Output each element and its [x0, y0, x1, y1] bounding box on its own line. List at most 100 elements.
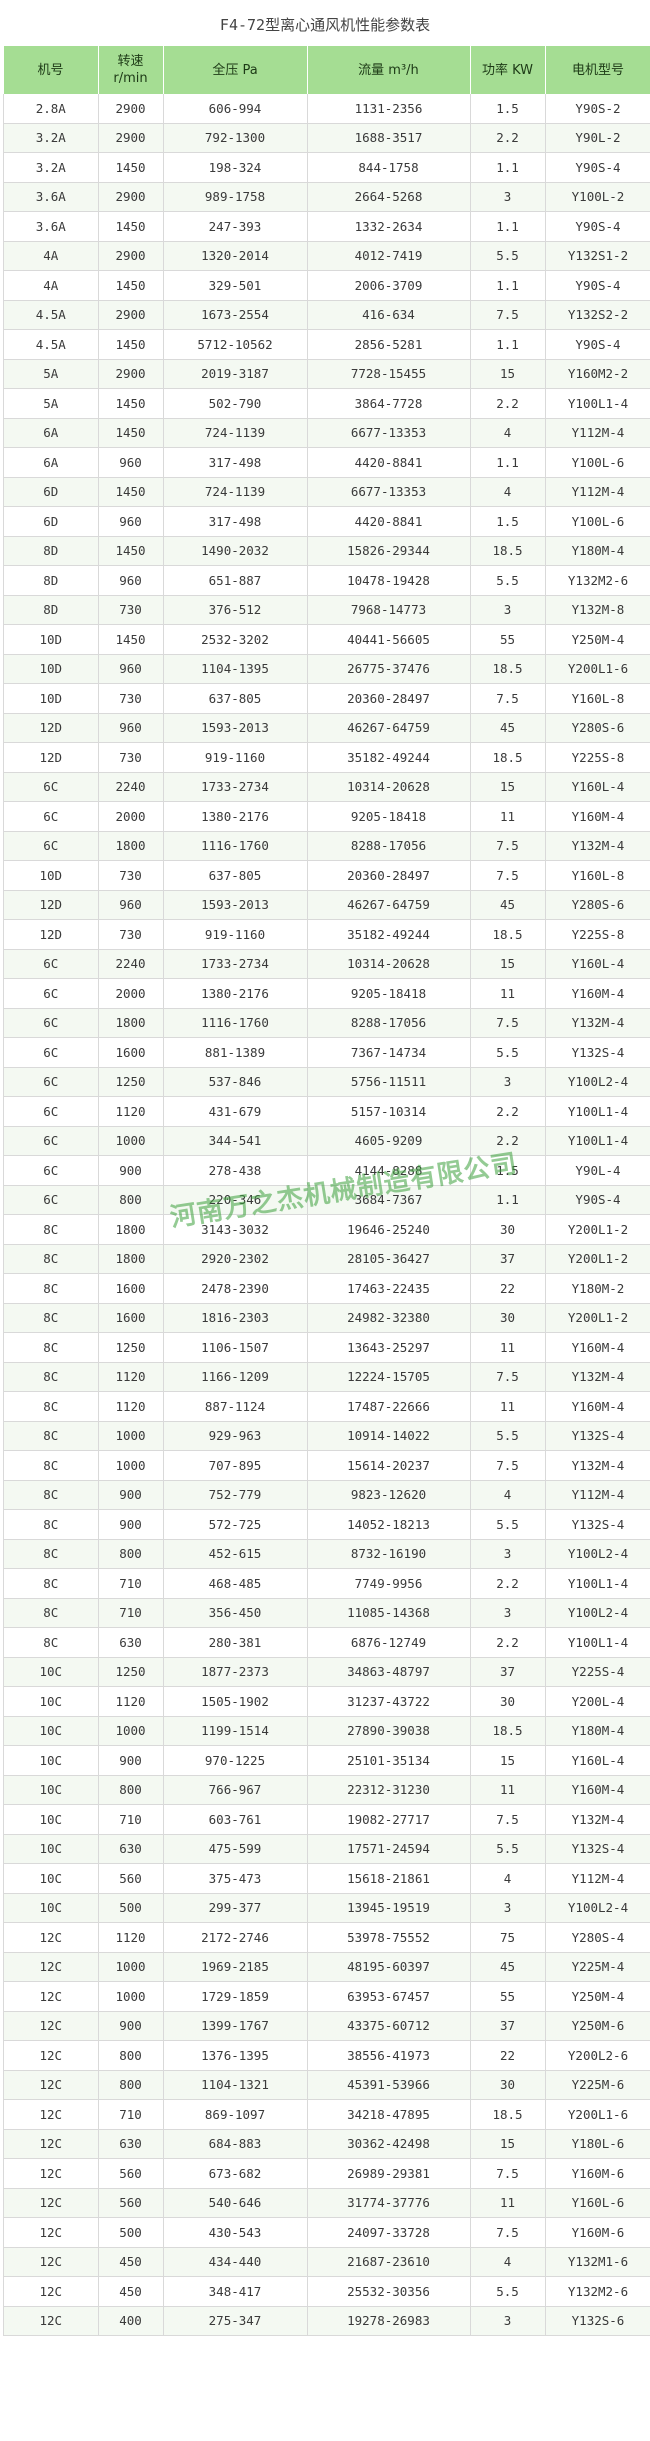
cell-motor: Y100L2-4 — [545, 1539, 650, 1569]
cell-power: 18.5 — [470, 2099, 546, 2130]
table-row: 4.5A 1450 5712-10562 2856-5281 1.1 Y90S-4 — [3, 329, 650, 360]
cell-pressure: 1733-2734 — [163, 772, 308, 802]
cell-speed: 730 — [98, 860, 164, 891]
cell-pressure: 5712-10562 — [163, 329, 308, 360]
cell-speed: 2000 — [98, 801, 164, 832]
cell-model: 6A — [3, 418, 99, 448]
cell-model: 12C — [3, 2217, 99, 2248]
cell-speed: 1120 — [98, 1096, 164, 1127]
cell-motor: Y280S-6 — [545, 890, 650, 920]
cell-speed: 630 — [98, 1834, 164, 1864]
table-row: 12C 500 430-543 24097-33728 7.5 Y160M-6 — [3, 2217, 650, 2248]
cell-motor: Y132M-4 — [545, 1008, 650, 1038]
cell-flow: 1688-3517 — [307, 123, 471, 153]
cell-model: 10C — [3, 1775, 99, 1805]
cell-motor: Y100L1-4 — [545, 1627, 650, 1658]
cell-model: 8C — [3, 1568, 99, 1599]
cell-model: 2.8A — [3, 94, 99, 124]
cell-pressure: 673-682 — [163, 2158, 308, 2189]
cell-model: 6C — [3, 1008, 99, 1038]
cell-pressure: 752-779 — [163, 1480, 308, 1510]
cell-flow: 4144-8288 — [307, 1155, 471, 1186]
table-row: 5A 2900 2019-3187 7728-15455 15 Y160M2-2 — [3, 359, 650, 389]
cell-power: 15 — [470, 2129, 546, 2159]
cell-speed: 1600 — [98, 1303, 164, 1333]
cell-model: 3.2A — [3, 152, 99, 183]
cell-model: 12C — [3, 1981, 99, 2012]
cell-speed: 900 — [98, 1745, 164, 1776]
cell-pressure: 1166-1209 — [163, 1362, 308, 1392]
header-power: 功率 KW — [470, 46, 546, 94]
cell-speed: 560 — [98, 2158, 164, 2189]
cell-power: 1.1 — [470, 1185, 546, 1215]
cell-pressure: 603-761 — [163, 1804, 308, 1835]
cell-speed: 900 — [98, 1509, 164, 1540]
cell-model: 10D — [3, 654, 99, 684]
cell-flow: 10914-14022 — [307, 1421, 471, 1451]
cell-flow: 15826-29344 — [307, 536, 471, 566]
cell-power: 55 — [470, 1981, 546, 2012]
cell-motor: Y180M-2 — [545, 1273, 650, 1304]
cell-speed: 710 — [98, 1804, 164, 1835]
cell-power: 5.5 — [470, 1421, 546, 1451]
table-row: 6A 960 317-498 4420-8841 1.1 Y100L-6 — [3, 447, 650, 478]
cell-flow: 26775-37476 — [307, 654, 471, 684]
cell-pressure: 3143-3032 — [163, 1214, 308, 1245]
table-row: 10C 710 603-761 19082-27717 7.5 Y132M-4 — [3, 1804, 650, 1835]
cell-flow: 12224-15705 — [307, 1362, 471, 1392]
cell-power: 1.5 — [470, 94, 546, 124]
cell-power: 7.5 — [470, 683, 546, 714]
cell-model: 10D — [3, 683, 99, 714]
cell-model: 5A — [3, 388, 99, 419]
cell-pressure: 537-846 — [163, 1067, 308, 1097]
cell-flow: 416-634 — [307, 300, 471, 330]
cell-speed: 630 — [98, 1627, 164, 1658]
header-model: 机号 — [3, 46, 99, 94]
cell-speed: 960 — [98, 565, 164, 596]
cell-flow: 19646-25240 — [307, 1214, 471, 1245]
table-row: 6A 1450 724-1139 6677-13353 4 Y112M-4 — [3, 418, 650, 448]
cell-model: 6C — [3, 1037, 99, 1068]
table-row: 2.8A 2900 606-994 1131-2356 1.5 Y90S-2 — [3, 94, 650, 124]
cell-speed: 1450 — [98, 418, 164, 448]
cell-motor: Y100L2-4 — [545, 1067, 650, 1097]
cell-flow: 9205-18418 — [307, 801, 471, 832]
table-row: 12C 1000 1969-2185 48195-60397 45 Y225M-4 — [3, 1952, 650, 1982]
cell-power: 7.5 — [470, 1362, 546, 1392]
cell-pressure: 684-883 — [163, 2129, 308, 2159]
cell-model: 6C — [3, 1067, 99, 1097]
cell-speed: 450 — [98, 2247, 164, 2277]
table-row: 8C 1000 929-963 10914-14022 5.5 Y132S-4 — [3, 1421, 650, 1451]
cell-model: 6D — [3, 477, 99, 507]
cell-speed: 560 — [98, 1863, 164, 1894]
cell-speed: 1450 — [98, 211, 164, 242]
cell-flow: 7367-14734 — [307, 1037, 471, 1068]
cell-speed: 450 — [98, 2276, 164, 2307]
cell-motor: Y90S-4 — [545, 152, 650, 183]
table-row: 8C 710 356-450 11085-14368 3 Y100L2-4 — [3, 1598, 650, 1628]
cell-motor: Y90S-4 — [545, 270, 650, 301]
cell-speed: 1120 — [98, 1391, 164, 1422]
cell-model: 12C — [3, 2306, 99, 2336]
cell-model: 8C — [3, 1303, 99, 1333]
cell-motor: Y200L-4 — [545, 1686, 650, 1717]
header-speed-unit: r/min — [113, 71, 148, 86]
table-row: 12C 710 869-1097 34218-47895 18.5 Y200L1-6 — [3, 2099, 650, 2130]
cell-model: 3.6A — [3, 211, 99, 242]
cell-pressure: 198-324 — [163, 152, 308, 183]
cell-model: 12C — [3, 2129, 99, 2159]
cell-power: 30 — [470, 2070, 546, 2100]
table-row: 5A 1450 502-790 3864-7728 2.2 Y100L1-4 — [3, 388, 650, 419]
cell-speed: 2900 — [98, 300, 164, 330]
header-speed-label: 转速 — [117, 54, 144, 69]
table-row: 10C 630 475-599 17571-24594 5.5 Y132S-4 — [3, 1834, 650, 1864]
cell-speed: 960 — [98, 447, 164, 478]
cell-motor: Y132M2-6 — [545, 565, 650, 596]
cell-motor: Y160M-6 — [545, 2217, 650, 2248]
table-row: 8D 960 651-887 10478-19428 5.5 Y132M2-6 — [3, 565, 650, 596]
cell-model: 10C — [3, 1804, 99, 1835]
cell-flow: 26989-29381 — [307, 2158, 471, 2189]
cell-flow: 6677-13353 — [307, 418, 471, 448]
cell-motor: Y100L1-4 — [545, 388, 650, 419]
cell-motor: Y180L-6 — [545, 2129, 650, 2159]
